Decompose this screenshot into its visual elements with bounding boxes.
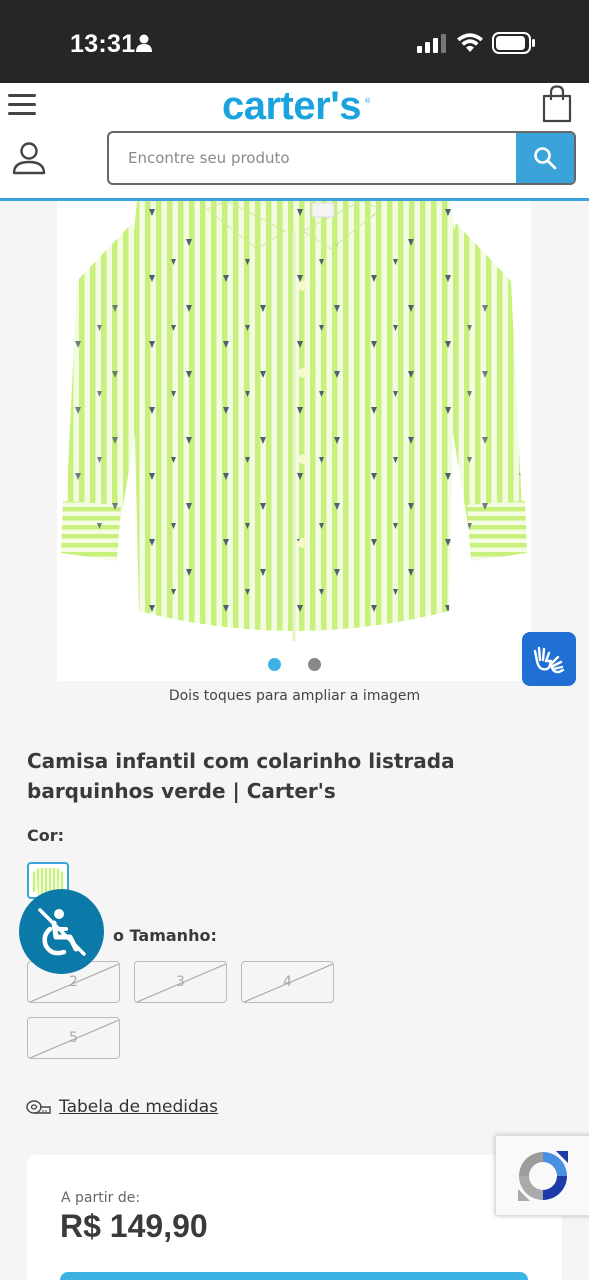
recaptcha-badge[interactable] <box>495 1135 589 1216</box>
size-option-label: 4 <box>283 974 292 990</box>
battery-icon <box>492 32 535 54</box>
size-option-label: 5 <box>69 1030 78 1046</box>
price-card: A partir de: R$ 149,90 <box>27 1155 562 1280</box>
product-image[interactable] <box>57 200 531 681</box>
size-chart-row[interactable]: Tabela de medidas <box>26 1097 218 1117</box>
size-chart-link[interactable]: Tabela de medidas <box>59 1097 218 1117</box>
accessibility-wheelchair-icon <box>37 907 86 956</box>
user-account-icon[interactable] <box>12 141 46 175</box>
size-option-3[interactable]: 3 <box>134 961 227 1003</box>
wifi-icon <box>457 33 483 52</box>
cellular-signal-icon <box>417 34 446 53</box>
size-label: o Tamanho: <box>113 926 217 945</box>
registered-mark: ® <box>364 97 371 105</box>
product-title: Camisa infantil com colarinho listrada b… <box>27 749 455 803</box>
measuring-tape-icon <box>26 1100 51 1114</box>
search-icon <box>534 147 557 170</box>
shirt-illustration <box>61 200 527 641</box>
recaptcha-icon <box>518 1150 568 1201</box>
size-option-label: 3 <box>176 974 185 990</box>
search-box <box>107 131 576 185</box>
accessibility-button[interactable] <box>19 889 104 974</box>
zoom-hint: Dois toques para ampliar a imagem <box>168 688 421 704</box>
person-status-icon <box>136 34 152 52</box>
carters-logo[interactable]: carter's <box>222 84 361 129</box>
search-button[interactable] <box>516 133 574 183</box>
price-from-label: A partir de: <box>61 1190 141 1206</box>
gallery-dot-1[interactable] <box>268 658 281 671</box>
shopping-bag-icon[interactable] <box>542 85 572 123</box>
site-header: carter's ® <box>0 83 589 201</box>
sign-language-hands-icon <box>533 646 565 674</box>
color-label: Cor: <box>27 826 65 845</box>
status-time: 13:31 <box>70 30 136 58</box>
gallery-dot-2[interactable] <box>308 658 321 671</box>
status-bar: 13:31 <box>0 0 589 83</box>
size-option-5[interactable]: 5 <box>27 1017 120 1059</box>
sign-language-button[interactable] <box>522 632 576 686</box>
search-input[interactable] <box>109 133 517 183</box>
size-option-4[interactable]: 4 <box>241 961 334 1003</box>
product-price: R$ 149,90 <box>60 1208 208 1244</box>
menu-icon[interactable] <box>8 94 36 116</box>
buy-button[interactable] <box>60 1272 528 1280</box>
